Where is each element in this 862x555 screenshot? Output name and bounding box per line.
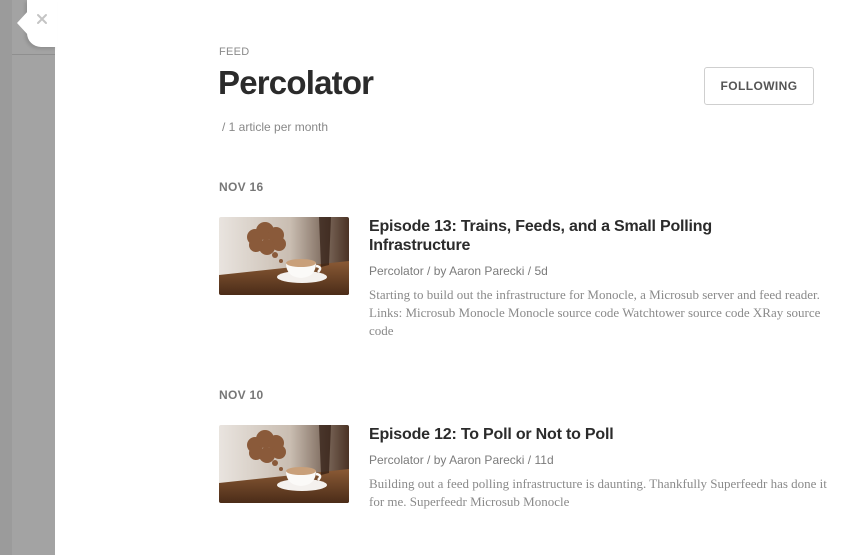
close-tab[interactable] bbox=[27, 0, 57, 47]
article-age[interactable]: 5d bbox=[534, 264, 547, 278]
byline-separator: / bbox=[527, 264, 532, 278]
feed-label: FEED bbox=[219, 46, 250, 58]
article-title[interactable]: Episode 13: Trains, Feeds, and a Small P… bbox=[369, 217, 729, 255]
coffee-cup-thought-bubble-image bbox=[219, 425, 349, 503]
article-author[interactable]: by Aaron Parecki bbox=[434, 264, 525, 278]
background-divider bbox=[12, 54, 55, 55]
article-title[interactable]: Episode 12: To Poll or Not to Poll bbox=[369, 425, 729, 444]
coffee-cup-thought-bubble-image bbox=[219, 217, 349, 295]
article-summary: Starting to build out the infrastructure… bbox=[369, 287, 821, 338]
article-byline: Percolator / by Aaron Parecki / 5d bbox=[369, 264, 548, 278]
date-heading: NOV 10 bbox=[219, 388, 264, 402]
article-author[interactable]: by Aaron Parecki bbox=[434, 453, 525, 467]
article-byline: Percolator / by Aaron Parecki / 11d bbox=[369, 453, 554, 467]
article-item[interactable]: Episode 13: Trains, Feeds, and a Small P… bbox=[219, 217, 829, 342]
article-age[interactable]: 11d bbox=[534, 453, 553, 467]
article-thumbnail[interactable] bbox=[219, 217, 349, 295]
app-window: FEED Percolator / 1 article per month FO… bbox=[0, 0, 862, 555]
article-source[interactable]: Percolator bbox=[369, 264, 424, 278]
date-heading: NOV 16 bbox=[219, 180, 264, 194]
article-item[interactable]: Episode 12: To Poll or Not to Poll Perco… bbox=[219, 425, 829, 515]
byline-separator: / bbox=[527, 453, 532, 467]
close-icon[interactable] bbox=[34, 11, 50, 27]
byline-separator: / bbox=[427, 453, 431, 467]
feed-title: Percolator bbox=[218, 64, 374, 101]
background-overlay[interactable] bbox=[0, 0, 55, 555]
article-thumbnail[interactable] bbox=[219, 425, 349, 503]
article-summary: Building out a feed polling infrastructu… bbox=[369, 476, 827, 509]
article-source[interactable]: Percolator bbox=[369, 453, 424, 467]
following-button[interactable]: FOLLOWING bbox=[704, 67, 814, 105]
background-sidebar bbox=[0, 0, 12, 555]
byline-separator: / bbox=[427, 264, 431, 278]
feed-frequency: / 1 article per month bbox=[222, 120, 329, 134]
